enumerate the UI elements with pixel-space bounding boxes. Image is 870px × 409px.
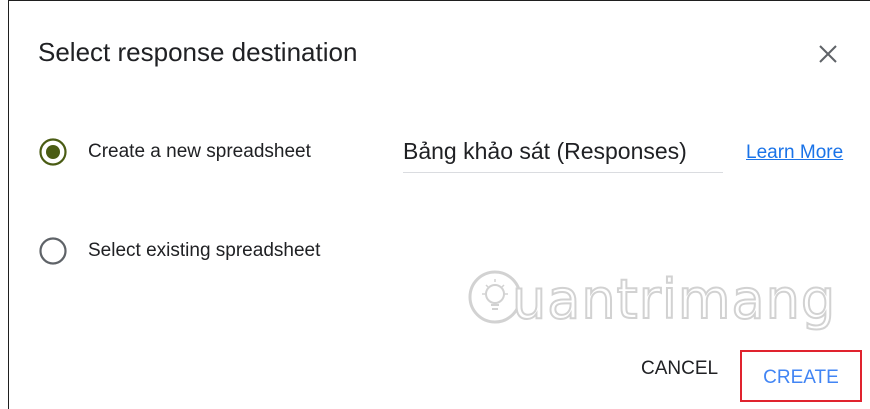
dialog-left-border <box>8 0 9 409</box>
radio-checked-icon[interactable] <box>38 137 68 167</box>
close-icon[interactable] <box>808 34 848 74</box>
cancel-button[interactable]: CANCEL <box>641 356 718 382</box>
dialog-title: Select response destination <box>38 37 358 67</box>
option-create-new-label[interactable]: Create a new spreadsheet <box>88 139 311 165</box>
learn-more-link[interactable]: Learn More <box>746 140 843 166</box>
watermark-text: uantrimang <box>511 267 837 332</box>
create-button[interactable]: CREATE <box>740 350 862 402</box>
dialog: Select response destination Create a new… <box>0 0 870 409</box>
spreadsheet-name-field[interactable] <box>403 130 723 173</box>
option-select-existing-label[interactable]: Select existing spreadsheet <box>88 238 320 264</box>
watermark: uantrimang <box>466 262 836 346</box>
radio-unchecked-icon[interactable] <box>38 236 68 266</box>
dialog-top-border <box>8 0 870 1</box>
